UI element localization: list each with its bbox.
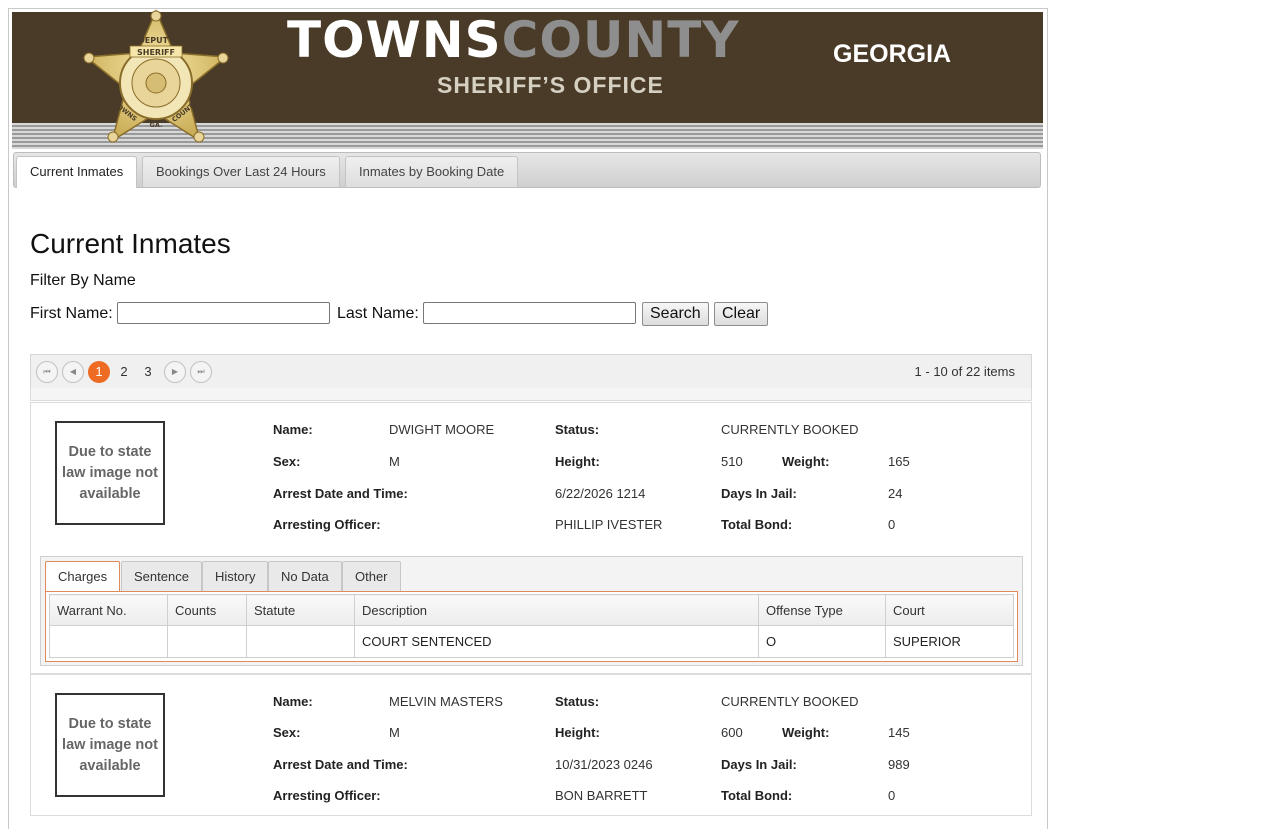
pager-info: 1 - 10 of 22 items — [914, 364, 1015, 379]
col-description[interactable]: Description — [354, 594, 759, 626]
inmate-arrest-date: 10/31/2023 0246 — [555, 757, 653, 772]
arrest-label: Arrest Date and Time: — [273, 757, 408, 772]
inmate-weight: 145 — [888, 725, 910, 740]
first-name-input[interactable] — [117, 302, 330, 324]
clear-button[interactable]: Clear — [714, 302, 769, 326]
tab-history[interactable]: History — [202, 561, 269, 592]
no-image-placeholder: Due to state law image not available — [55, 693, 165, 797]
inmate-record: Due to state law image not available Nam… — [30, 402, 1032, 674]
height-label: Height: — [555, 725, 600, 740]
name-label: Name: — [273, 422, 313, 437]
cell-counts — [167, 625, 247, 658]
page-3-button[interactable]: 3 — [137, 361, 159, 383]
first-name-label: First Name: — [30, 305, 113, 322]
tab-current-inmates[interactable]: Current Inmates — [16, 156, 138, 188]
inmate-name: DWIGHT MOORE — [389, 422, 495, 437]
days-label: Days In Jail: — [721, 486, 797, 501]
main-nav-tabs: Current Inmates Bookings Over Last 24 Ho… — [13, 152, 1041, 188]
inmate-sex: M — [389, 725, 400, 740]
cell-warrant — [49, 625, 168, 658]
inmate-officer: PHILLIP IVESTER — [555, 517, 663, 532]
bond-label: Total Bond: — [721, 517, 793, 532]
charges-grid-wrap: Warrant No. Counts Statute Description O… — [45, 591, 1018, 662]
tab-sentence[interactable]: Sentence — [121, 561, 202, 592]
inmate-officer: BON BARRETT — [555, 788, 648, 803]
days-label: Days In Jail: — [721, 757, 797, 772]
inmate-days: 24 — [888, 486, 903, 501]
site-title: TOWNSCOUNTY — [287, 12, 740, 68]
tab-inmates-by-booking-date[interactable]: Inmates by Booking Date — [345, 156, 519, 187]
weight-label: Weight: — [782, 454, 830, 469]
cell-court: SUPERIOR — [885, 625, 1014, 658]
inmate-arrest-date: 6/22/2026 1214 — [555, 486, 646, 501]
site-subtitle: SHERIFF’S OFFICE — [437, 72, 664, 98]
first-page-icon[interactable]: ⏮ — [36, 361, 58, 383]
site-title-towns: TOWNS — [287, 11, 502, 69]
inmate-height: 510 — [721, 454, 743, 469]
officer-label: Arresting Officer: — [273, 788, 381, 803]
weight-label: Weight: — [782, 725, 830, 740]
col-court[interactable]: Court — [885, 594, 1014, 626]
pager-divider — [30, 388, 1032, 401]
detail-tabs-panel: Charges Sentence History No Data Other W… — [40, 556, 1023, 666]
tab-bookings-24h[interactable]: Bookings Over Last 24 Hours — [142, 156, 340, 187]
last-name-input[interactable] — [423, 302, 636, 324]
filter-heading: Filter By Name — [30, 272, 136, 289]
inmate-bond: 0 — [888, 517, 896, 532]
badge-text-ga: GA. — [150, 121, 163, 129]
col-counts[interactable]: Counts — [167, 594, 247, 626]
cell-offense-type: O — [758, 625, 886, 658]
site-state: GEORGIA — [833, 40, 952, 68]
status-label: Status: — [555, 422, 600, 437]
site-title-county: COUNTY — [501, 11, 740, 69]
search-button[interactable]: Search — [642, 302, 709, 326]
bond-label: Total Bond: — [721, 788, 793, 803]
tab-charges[interactable]: Charges — [45, 561, 121, 593]
page-1-button[interactable]: 1 — [88, 361, 110, 383]
last-page-icon[interactable]: ⏭ — [190, 361, 212, 383]
officer-label: Arresting Officer: — [273, 517, 381, 532]
no-image-placeholder: Due to state law image not available — [55, 421, 165, 525]
inmate-weight: 165 — [888, 454, 910, 469]
sheriff-badge-logo: DEPUTY SHERIFF TOWNS GA. COUNTY — [83, 9, 229, 143]
col-offense-type[interactable]: Offense Type — [758, 594, 886, 626]
charges-header-row: Warrant No. Counts Statute Description O… — [49, 594, 1014, 626]
inmate-name: MELVIN MASTERS — [389, 694, 503, 709]
next-page-icon[interactable]: ▶ — [164, 361, 186, 383]
badge-text-deputy: DEPUTY — [138, 36, 174, 45]
badge-text-sheriff: SHERIFF — [137, 48, 175, 57]
pager: ⏮ ◀ 1 2 3 ▶ ⏭ 1 - 10 of 22 items — [30, 354, 1032, 389]
height-label: Height: — [555, 454, 600, 469]
last-name-label: Last Name: — [337, 305, 419, 322]
table-row[interactable]: COURT SENTENCED O SUPERIOR — [49, 625, 1014, 658]
inmate-status: CURRENTLY BOOKED — [721, 422, 859, 437]
sex-label: Sex: — [273, 725, 301, 740]
page-2-button[interactable]: 2 — [113, 361, 135, 383]
arrest-label: Arrest Date and Time: — [273, 486, 408, 501]
inmate-record: Due to state law image not available Nam… — [30, 674, 1032, 816]
inmate-height: 600 — [721, 725, 743, 740]
col-statute[interactable]: Statute — [246, 594, 355, 626]
cell-description: COURT SENTENCED — [354, 625, 759, 658]
col-warrant[interactable]: Warrant No. — [49, 594, 168, 626]
cell-statute — [246, 625, 355, 658]
name-label: Name: — [273, 694, 313, 709]
tab-no-data[interactable]: No Data — [268, 561, 342, 592]
tab-other[interactable]: Other — [342, 561, 401, 592]
inmate-sex: M — [389, 454, 400, 469]
inmate-bond: 0 — [888, 788, 896, 803]
inmate-status: CURRENTLY BOOKED — [721, 694, 859, 709]
inmate-days: 989 — [888, 757, 910, 772]
sex-label: Sex: — [273, 454, 301, 469]
prev-page-icon[interactable]: ◀ — [62, 361, 84, 383]
charges-table: Warrant No. Counts Statute Description O… — [49, 594, 1014, 658]
page-title: Current Inmates — [30, 228, 231, 259]
status-label: Status: — [555, 694, 600, 709]
